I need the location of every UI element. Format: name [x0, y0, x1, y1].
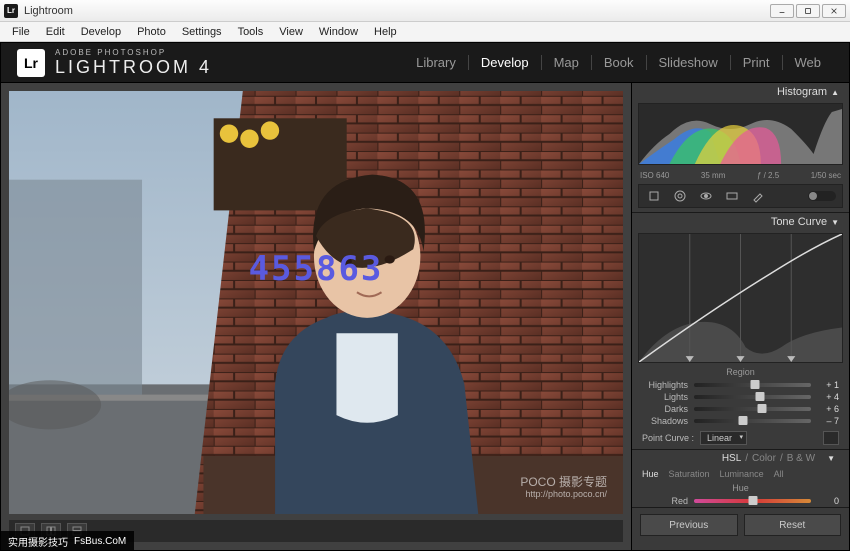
module-book[interactable]: Book [592, 55, 647, 70]
tonecurve-header[interactable]: Tone Curve▼ [632, 213, 849, 231]
menu-tools[interactable]: Tools [230, 24, 272, 40]
histogram-header[interactable]: Histogram▲ [632, 83, 849, 101]
slider-value: – 7 [817, 416, 839, 426]
exif-aperture: ƒ / 2.5 [757, 171, 779, 180]
slider-lights: Lights + 4 [632, 391, 849, 403]
grad-filter-icon[interactable] [723, 188, 741, 204]
hsl-tabs: Hue Saturation Luminance All [632, 467, 849, 481]
hsl-mode-hsl[interactable]: HSL [718, 453, 745, 464]
menu-file[interactable]: File [4, 24, 38, 40]
hsl-header[interactable]: HSL/Color/B & W▼ [632, 450, 849, 467]
pointcurve-row: Point Curve : Linear [632, 427, 849, 449]
hsl-slider-red: Red 0 [632, 495, 849, 507]
pointcurve-select[interactable]: Linear [700, 431, 747, 445]
hsl-mode-color[interactable]: Color [748, 453, 780, 464]
slider-label: Shadows [642, 416, 688, 426]
histogram-graph[interactable] [638, 103, 843, 165]
slider-value: + 6 [817, 404, 839, 414]
slider-track[interactable] [694, 407, 811, 411]
app-frame: Lr ADOBE PHOTOSHOP LIGHTROOM 4 LibraryDe… [0, 42, 850, 551]
panel-switch[interactable] [808, 191, 836, 201]
module-map[interactable]: Map [542, 55, 592, 70]
slider-darks: Darks + 6 [632, 403, 849, 415]
brand-badge: Lr [17, 49, 45, 77]
hsl-tab-luminance[interactable]: Luminance [720, 469, 764, 479]
menu-photo[interactable]: Photo [129, 24, 174, 40]
slider-label: Highlights [642, 380, 688, 390]
slider-value: + 4 [817, 392, 839, 402]
previous-button[interactable]: Previous [640, 514, 738, 536]
tool-strip [638, 184, 843, 208]
module-print[interactable]: Print [731, 55, 783, 70]
menu-window[interactable]: Window [311, 24, 366, 40]
menu-settings[interactable]: Settings [174, 24, 230, 40]
hsl-panel: HSL/Color/B & W▼ Hue Saturation Luminance A… [632, 450, 849, 508]
module-slideshow[interactable]: Slideshow [647, 55, 731, 70]
app-icon: Lr [4, 4, 18, 18]
module-library[interactable]: Library [404, 55, 469, 70]
menu-help[interactable]: Help [366, 24, 405, 40]
histogram-info: ISO 640 35 mm ƒ / 2.5 1/50 sec [632, 169, 849, 184]
brand-line1: ADOBE PHOTOSHOP [55, 48, 212, 57]
histogram-panel: Histogram▲ ISO 640 35 mm ƒ / 2.5 1/50 se… [632, 83, 849, 213]
spot-removal-icon[interactable] [671, 188, 689, 204]
watermark-poco-line1: POCO 摄影专题 [520, 475, 607, 489]
hsl-tab-all[interactable]: All [774, 469, 784, 479]
footer-watermark: 实用摄影技巧 FsBus.CoM [0, 531, 134, 551]
reset-button[interactable]: Reset [744, 514, 842, 536]
module-picker: LibraryDevelopMapBookSlideshowPrintWeb [404, 55, 833, 70]
exif-shutter: 1/50 sec [811, 171, 841, 180]
slider-value: 0 [817, 496, 839, 506]
minimize-button[interactable] [770, 4, 794, 18]
slider-track[interactable] [694, 383, 811, 387]
pointcurve-label: Point Curve : [642, 433, 694, 443]
footer-watermark-cn: 实用摄影技巧 [8, 534, 68, 549]
menu-edit[interactable]: Edit [38, 24, 73, 40]
menu-view[interactable]: View [271, 24, 311, 40]
workspace: 455863 POCO 摄影专题 http://photo.poco.cn/ H… [1, 83, 849, 550]
hsl-sublabel: Hue [632, 481, 849, 495]
exif-iso: ISO 640 [640, 171, 669, 180]
brand-text: ADOBE PHOTOSHOP LIGHTROOM 4 [55, 48, 212, 78]
exif-focal: 35 mm [701, 171, 725, 180]
slider-value: + 1 [817, 380, 839, 390]
slider-shadows: Shadows – 7 [632, 415, 849, 427]
watermark-poco-line2: http://photo.poco.cn/ [520, 489, 607, 500]
watermark-number: 455863 [249, 249, 384, 289]
brush-tool-icon[interactable] [749, 188, 767, 204]
window-titlebar: Lr Lightroom [0, 0, 850, 22]
watermark-poco: POCO 摄影专题 http://photo.poco.cn/ [520, 475, 607, 500]
window-title: Lightroom [24, 5, 73, 17]
menubar: FileEditDevelopPhotoSettingsToolsViewWin… [0, 22, 850, 42]
hsl-mode-bw[interactable]: B & W [783, 453, 819, 464]
menu-develop[interactable]: Develop [73, 24, 129, 40]
footer-watermark-en: FsBus.CoM [74, 536, 126, 547]
hsl-tab-hue[interactable]: Hue [642, 469, 659, 479]
module-develop[interactable]: Develop [469, 55, 542, 70]
slider-track[interactable] [694, 499, 811, 503]
right-panel: Histogram▲ ISO 640 35 mm ƒ / 2.5 1/50 se… [631, 83, 849, 550]
crop-tool-icon[interactable] [645, 188, 663, 204]
photo-preview[interactable]: 455863 POCO 摄影专题 http://photo.poco.cn/ [9, 91, 623, 514]
slider-label: Lights [642, 392, 688, 402]
slider-track[interactable] [694, 395, 811, 399]
slider-track[interactable] [694, 419, 811, 423]
slider-label: Red [642, 496, 688, 506]
slider-label: Darks [642, 404, 688, 414]
redeye-tool-icon[interactable] [697, 188, 715, 204]
close-button[interactable] [822, 4, 846, 18]
brand-line2: LIGHTROOM 4 [55, 57, 212, 78]
canvas-pane: 455863 POCO 摄影专题 http://photo.poco.cn/ [1, 83, 631, 550]
slider-highlights: Highlights + 1 [632, 379, 849, 391]
region-label: Region [632, 365, 849, 379]
tonecurve-panel: Tone Curve▼ Region Highlights + 1 Lights + … [632, 213, 849, 450]
maximize-button[interactable] [796, 4, 820, 18]
pointcurve-edit-icon[interactable] [823, 431, 839, 445]
prev-reset-row: Previous Reset [632, 508, 849, 542]
tonecurve-graph[interactable] [638, 233, 843, 363]
module-web[interactable]: Web [783, 55, 834, 70]
hsl-tab-saturation[interactable]: Saturation [669, 469, 710, 479]
brand-row: Lr ADOBE PHOTOSHOP LIGHTROOM 4 LibraryDe… [1, 43, 849, 83]
